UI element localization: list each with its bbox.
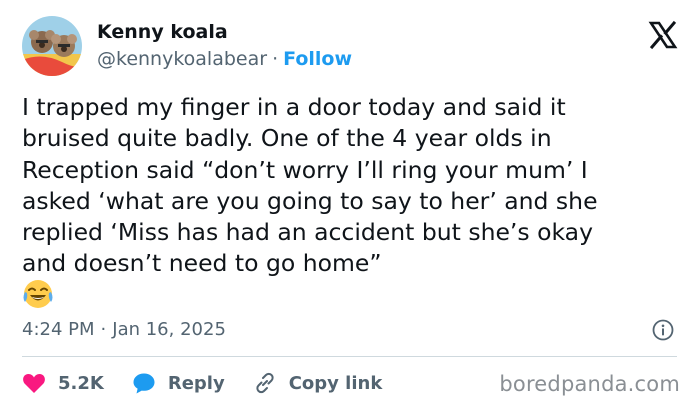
like-count: 5.2K [58, 372, 104, 394]
timestamp[interactable]: 4:24 PM · Jan 16, 2025 [22, 318, 226, 342]
reply-button[interactable]: Reply [132, 372, 225, 394]
divider [22, 356, 677, 357]
tweet-date: Jan 16, 2025 [112, 319, 226, 340]
reply-label: Reply [167, 372, 225, 394]
avatar[interactable] [22, 16, 82, 76]
author-handle[interactable]: @kennykoalabear [97, 48, 267, 70]
face-with-tears-of-joy-icon [22, 278, 54, 310]
reply-bubble-icon [133, 373, 155, 394]
watermark: boredpanda.com [499, 372, 680, 396]
tweet-time: 4:24 PM [22, 319, 95, 340]
link-icon [256, 372, 274, 394]
follow-button[interactable]: Follow [283, 48, 352, 70]
timestamp-separator: · [100, 319, 107, 340]
info-icon[interactable] [652, 319, 674, 341]
tweet-card: Kenny koala @kennykoalabear · Follow I tra… [0, 0, 700, 410]
author-handle-row: @kennykoalabear · Follow [97, 47, 352, 71]
handle-separator: · [272, 48, 279, 70]
tweet-text: I trapped my finger in a door today and … [22, 93, 598, 278]
like-button[interactable]: 5.2K [22, 372, 104, 394]
action-bar: 5.2K Reply Copy link [22, 368, 410, 398]
x-logo-icon[interactable] [648, 20, 678, 50]
copy-link-button[interactable]: Copy link [253, 371, 383, 395]
author-name[interactable]: Kenny koala [97, 20, 228, 44]
heart-icon [23, 374, 45, 393]
copy-link-label: Copy link [288, 372, 383, 394]
